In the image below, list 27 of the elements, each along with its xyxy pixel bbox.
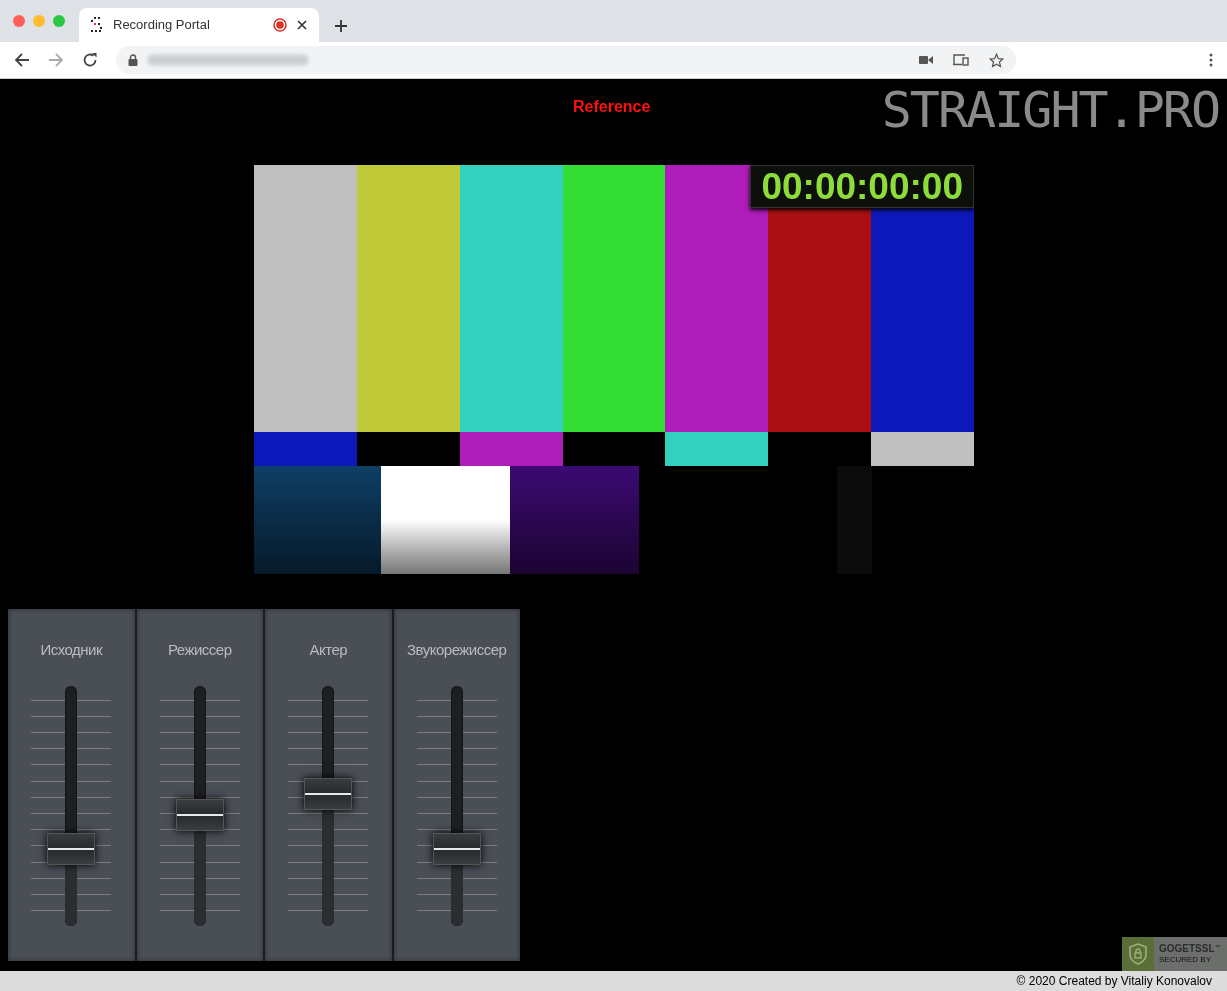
- lock-icon: [128, 54, 138, 66]
- star-icon[interactable]: [989, 52, 1004, 68]
- fader-handle[interactable]: [47, 832, 96, 865]
- back-icon[interactable]: [14, 52, 30, 68]
- fader-handle[interactable]: [432, 832, 481, 865]
- timecode-display: 00:00:00:00: [750, 165, 974, 208]
- new-tab-icon[interactable]: [334, 19, 348, 33]
- fader-handle[interactable]: [304, 777, 353, 810]
- close-icon[interactable]: [297, 20, 307, 30]
- tab-title: Recording Portal: [113, 16, 211, 35]
- channel-label: Исходник: [40, 640, 103, 660]
- fader-handle[interactable]: [175, 799, 224, 832]
- page-heading: Reference: [573, 97, 651, 117]
- browser-tab[interactable]: Recording Portal: [79, 8, 319, 42]
- cast-icon[interactable]: [953, 54, 969, 66]
- ssl-caption: SECURED BY: [1159, 956, 1212, 964]
- channel-label: Актер: [309, 640, 348, 660]
- site-favicon-icon: [91, 17, 103, 33]
- ssl-brand-name: GOGETSSL: [1159, 944, 1215, 954]
- site-logo: STRAIGHT.PRO: [881, 83, 1219, 137]
- shield-lock-icon: [1128, 943, 1148, 965]
- reload-icon[interactable]: [82, 52, 98, 68]
- channel-label: Режиссер: [167, 640, 232, 660]
- menu-icon[interactable]: [1209, 53, 1213, 67]
- footer-copyright: © 2020 Created by Vitaliy Konovalov: [1016, 973, 1212, 990]
- camera-icon[interactable]: [919, 55, 933, 65]
- channel-label: Звукорежиссер: [407, 640, 507, 660]
